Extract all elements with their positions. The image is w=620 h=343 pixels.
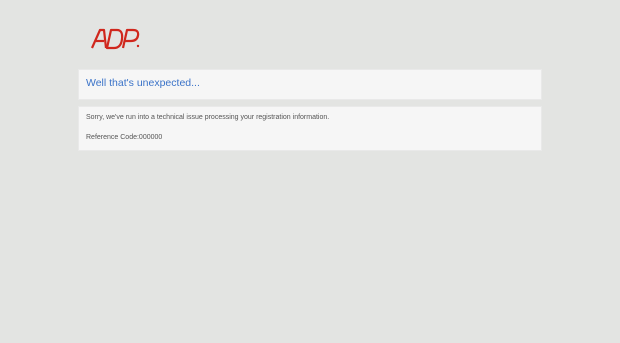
error-title-panel: Well that's unexpected... (78, 69, 542, 100)
reference-code: Reference Code:000000 (86, 134, 163, 141)
error-title: Well that's unexpected... (86, 77, 200, 89)
adp-logo (90, 27, 140, 51)
error-message-panel: Sorry, we've run into a technical issue … (78, 106, 542, 151)
error-message: Sorry, we've run into a technical issue … (86, 114, 330, 121)
